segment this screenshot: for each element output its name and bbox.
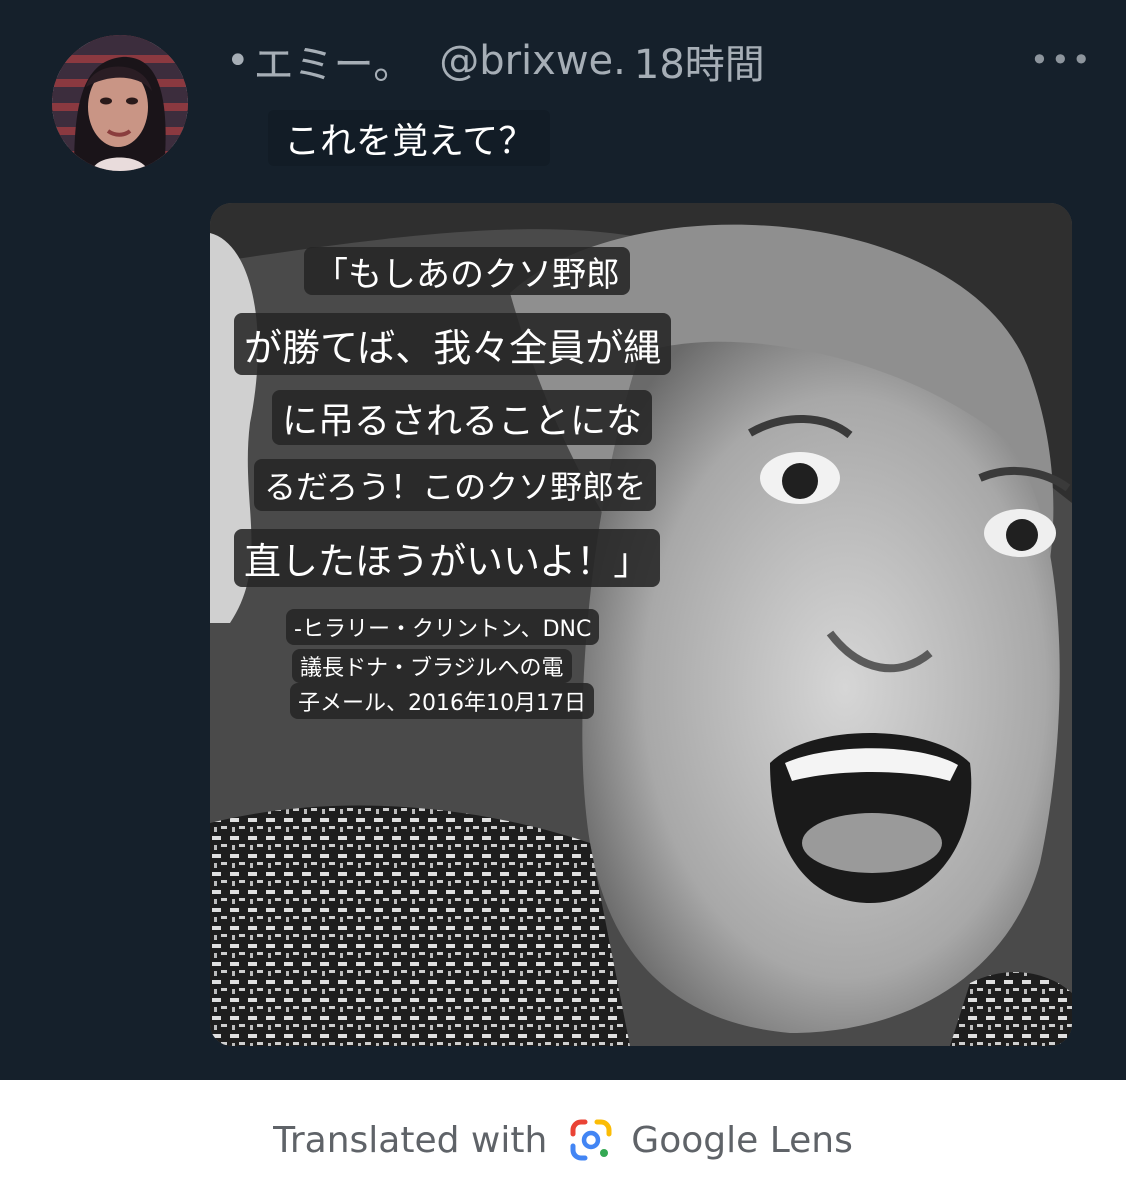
quote-line: に吊るされることにな bbox=[272, 390, 653, 445]
avatar[interactable] bbox=[52, 35, 188, 171]
quote-line: るだろう！このクソ野郎を bbox=[254, 459, 657, 511]
attribution-line: -ヒラリー・クリントン、DNC bbox=[286, 609, 600, 645]
user-handle[interactable]: @brixwe. bbox=[439, 38, 626, 84]
tweet-media[interactable]: 「もしあのクソ野郎 が勝てば、我々全員が縄 に吊るされることにな るだろう！この… bbox=[210, 203, 1072, 1046]
name-prefix: • bbox=[226, 38, 250, 84]
more-options-icon[interactable]: ••• bbox=[1030, 44, 1091, 76]
quote-line: 「もしあのクソ野郎 bbox=[304, 247, 630, 295]
tweet[interactable]: • エミー。 @brixwe. 18時間 ••• これを覚えて？ 「もしあのクソ… bbox=[0, 0, 1126, 1080]
avatar-image bbox=[52, 35, 188, 171]
display-name[interactable]: エミー。 bbox=[254, 32, 414, 90]
google-lens-icon bbox=[570, 1119, 612, 1161]
attribution-line: 子メール、2016年10月17日 bbox=[290, 683, 594, 719]
tweet-time[interactable]: 18時間 bbox=[634, 32, 765, 90]
tweet-text: これを覚えて？ bbox=[268, 110, 551, 166]
attribution-line: 議長ドナ・ブラジルへの電 bbox=[292, 649, 572, 683]
translation-footer: Translated with Google Lens bbox=[0, 1080, 1126, 1200]
quote-line: が勝てば、我々全員が縄 bbox=[234, 313, 672, 375]
translation-credit: Translated with Google Lens bbox=[273, 1118, 853, 1162]
quote-line: 直したほうがいいよ！」 bbox=[234, 529, 661, 587]
tweet-header: • エミー。 @brixwe. 18時間 bbox=[226, 36, 765, 88]
google-lens-brand: Google Lens bbox=[631, 1119, 853, 1161]
translated-with-label: Translated with bbox=[273, 1119, 548, 1161]
